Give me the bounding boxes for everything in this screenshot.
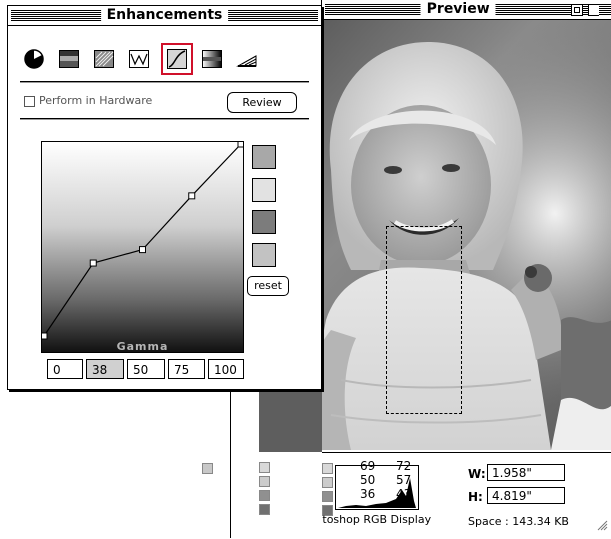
- preview-window: Preview 69 72 50 57 36 43 W: 1.958" H: 4…: [202, 0, 611, 539]
- perform-in-hardware-label: Perform in Hardware: [39, 94, 153, 107]
- curve-plot[interactable]: [42, 142, 243, 352]
- readout-r2: 72: [396, 459, 412, 473]
- readout-b2: 43: [396, 487, 412, 501]
- curve-point-0[interactable]: [42, 332, 48, 340]
- gray-swatch-icon: [202, 463, 213, 474]
- preview-title: Preview: [420, 1, 496, 18]
- reset-button[interactable]: reset: [247, 276, 289, 296]
- histogram-tool-icon[interactable]: [127, 47, 151, 71]
- readout-b1: 36: [360, 487, 376, 501]
- toolbar-divider: [20, 81, 309, 83]
- zoom-box-icon[interactable]: [571, 4, 583, 16]
- enhancements-title-bar[interactable]: Enhancements: [8, 6, 321, 26]
- curves-graph[interactable]: Gamma: [41, 141, 244, 353]
- shadow-swatch[interactable]: [252, 145, 276, 169]
- gradient-tool-icon[interactable]: [200, 47, 224, 71]
- preview-title-bar[interactable]: Preview: [322, 0, 611, 20]
- width-field[interactable]: 1.958": [487, 464, 565, 481]
- readout-g2: 57: [396, 473, 412, 487]
- swatch-3-icon: [259, 490, 270, 501]
- value-field-3[interactable]: 75: [168, 359, 205, 379]
- readout-r1: 69: [360, 459, 376, 473]
- resize-grip-icon[interactable]: [594, 517, 608, 531]
- readout-g1: 50: [360, 473, 376, 487]
- space-label: Space : 143.34 KB: [468, 515, 569, 528]
- collapse-box-icon[interactable]: [588, 4, 599, 16]
- crop-marquee[interactable]: [386, 226, 462, 414]
- neutral-swatch[interactable]: [252, 243, 276, 267]
- width-label: W:: [468, 467, 486, 481]
- curves-tool-icon[interactable]: [161, 43, 193, 75]
- light-swatch-icon: [322, 463, 333, 474]
- gamma-label: Gamma: [116, 340, 169, 353]
- curve-point-3[interactable]: [188, 192, 196, 200]
- texture-tool-icon[interactable]: [92, 47, 116, 71]
- value-field-0[interactable]: 0: [47, 359, 83, 379]
- value-field-1[interactable]: 38: [86, 359, 124, 379]
- options-divider: [20, 118, 309, 120]
- preview-footer: 69 72 50 57 36 43 W: 1.958" H: 4.819" Us…: [264, 452, 611, 539]
- review-button[interactable]: Review: [227, 92, 297, 113]
- contrast-tool-icon[interactable]: [22, 47, 46, 71]
- sharpen-tool-icon[interactable]: [235, 47, 259, 71]
- value-field-2[interactable]: 50: [127, 359, 165, 379]
- swatch-1-icon: [259, 462, 270, 473]
- perform-in-hardware-checkbox[interactable]: [24, 96, 35, 107]
- preview-image[interactable]: [322, 20, 611, 450]
- levels-tool-icon[interactable]: [57, 47, 81, 71]
- midtone-swatch[interactable]: [252, 210, 276, 234]
- preview-window-left-edge: [230, 388, 322, 538]
- highlight-swatch[interactable]: [252, 178, 276, 202]
- mid-swatch-icon: [322, 477, 333, 488]
- swatch-4-icon: [259, 504, 270, 515]
- enhancements-window: Enhancements Perform in Hardware Review …: [7, 5, 322, 390]
- value-field-4[interactable]: 100: [208, 359, 244, 379]
- curve-point-1[interactable]: [89, 259, 97, 267]
- dark-swatch-icon: [322, 491, 333, 502]
- curve-line: [43, 143, 242, 337]
- curve-point-2[interactable]: [139, 246, 146, 254]
- curve-point-4[interactable]: [237, 142, 243, 148]
- height-label: H:: [468, 490, 483, 504]
- swatch-2-icon: [259, 476, 270, 487]
- enhancements-title: Enhancements: [100, 7, 229, 24]
- height-field[interactable]: 4.819": [487, 487, 565, 504]
